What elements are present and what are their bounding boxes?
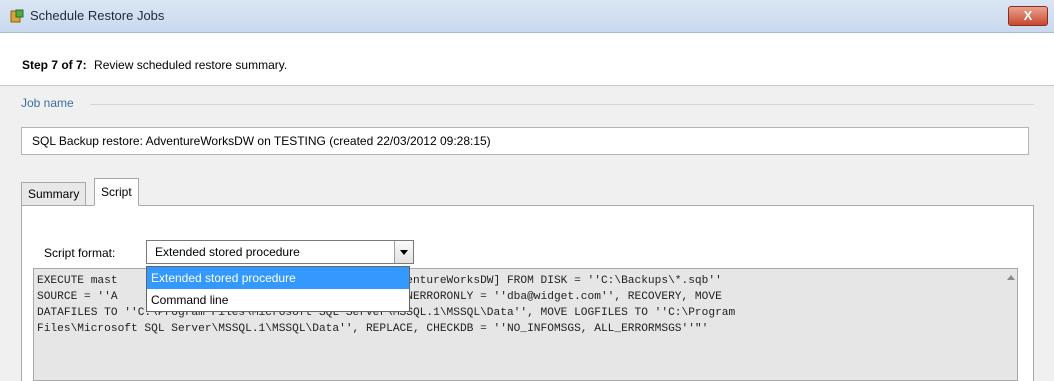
restore-app-icon bbox=[10, 9, 24, 23]
job-name-field[interactable]: SQL Backup restore: AdventureWorksDW on … bbox=[21, 127, 1029, 155]
step-indicator: Step 7 of 7: Review scheduled restore su… bbox=[22, 58, 287, 72]
tab-script[interactable]: Script bbox=[94, 178, 139, 206]
script-format-dropdown-list: Extended stored procedure Command line bbox=[146, 266, 410, 312]
dropdown-option-command-line[interactable]: Command line bbox=[147, 289, 409, 311]
title-bar: Schedule Restore Jobs X bbox=[0, 0, 1054, 33]
chevron-down-icon bbox=[400, 250, 408, 255]
scroll-up-icon[interactable] bbox=[1007, 275, 1015, 280]
window-title: Schedule Restore Jobs bbox=[30, 8, 165, 23]
job-name-group-label: Job name bbox=[21, 96, 78, 110]
step-label: Step 7 of 7: bbox=[22, 58, 87, 72]
script-format-label: Script format: bbox=[44, 246, 116, 260]
job-name-divider bbox=[90, 104, 1034, 105]
dropdown-option-extended-stored-procedure[interactable]: Extended stored procedure bbox=[147, 267, 409, 289]
tab-summary[interactable]: Summary bbox=[21, 182, 87, 206]
dropdown-button[interactable] bbox=[394, 241, 413, 263]
step-description: Review scheduled restore summary. bbox=[94, 58, 288, 72]
script-format-select[interactable]: Extended stored procedure bbox=[146, 240, 414, 264]
close-button[interactable]: X bbox=[1008, 6, 1048, 26]
script-format-value: Extended stored procedure bbox=[155, 245, 300, 259]
